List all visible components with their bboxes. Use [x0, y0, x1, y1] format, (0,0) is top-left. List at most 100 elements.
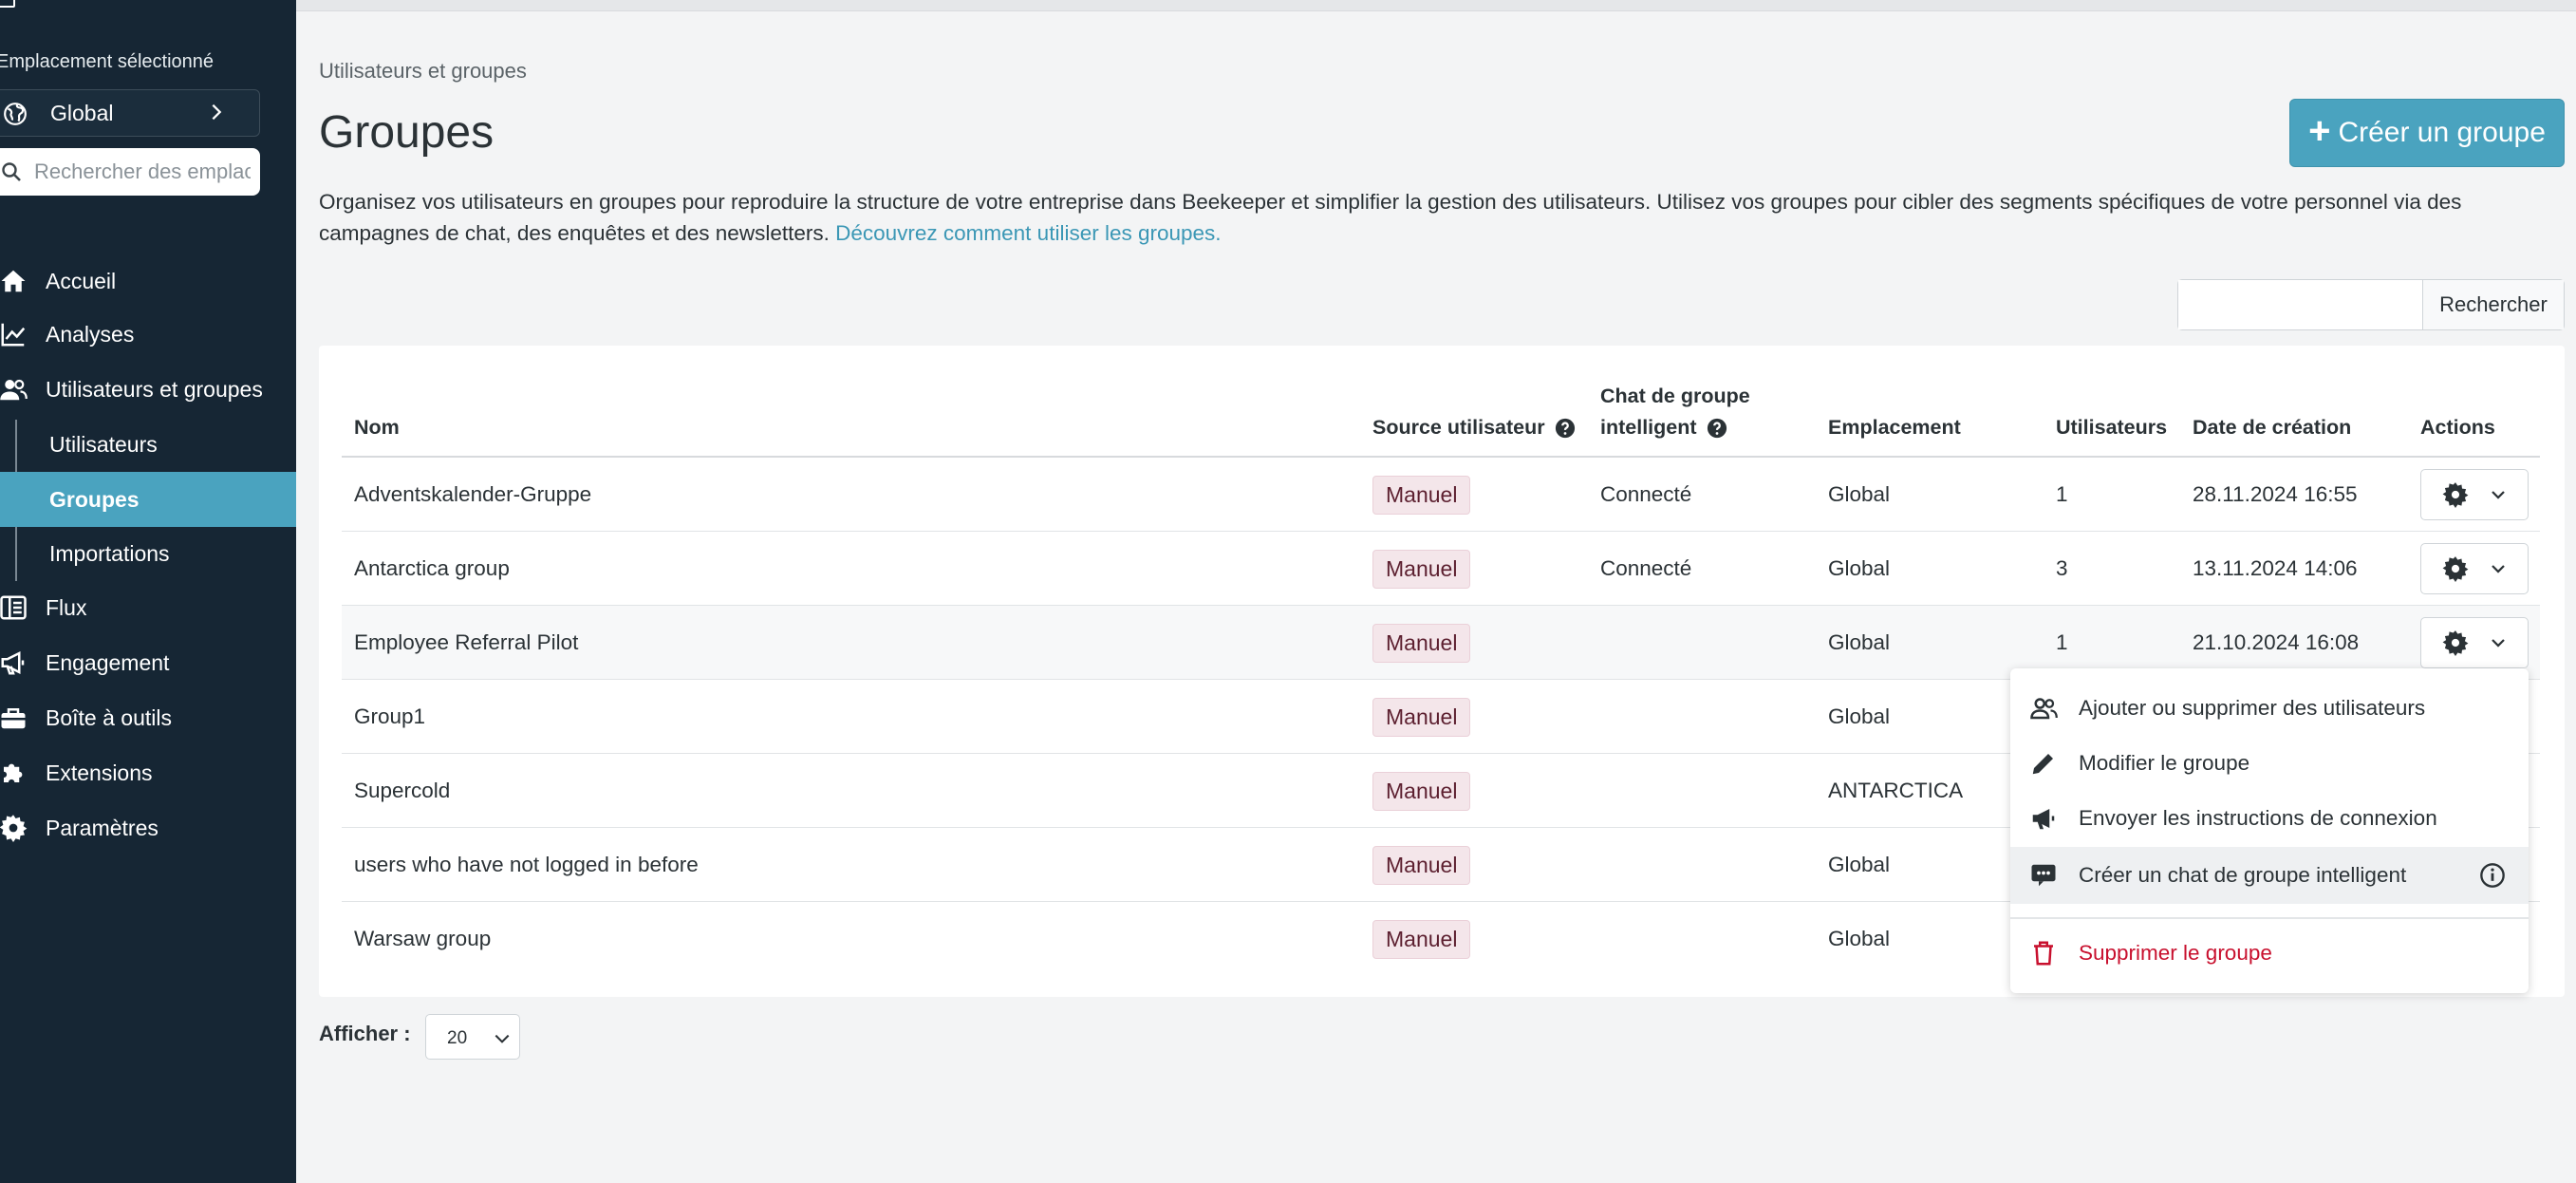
group-location: Global	[1828, 704, 1891, 728]
source-badge: Manuel	[1372, 845, 1471, 885]
sidebar-item-flux[interactable]: Flux	[0, 581, 296, 634]
group-location: Global	[1828, 630, 1891, 654]
info-icon[interactable]	[2479, 862, 2506, 889]
sidebar-item-boite-a-outils[interactable]: Boîte à outils	[0, 691, 296, 744]
column-header-emplacement: Emplacement	[1828, 416, 1961, 439]
menu-item-label: Modifier le groupe	[2079, 751, 2250, 775]
sidebar-item-extensions[interactable]: Extensions	[0, 746, 296, 799]
menu-item-edit-group[interactable]: Modifier le groupe	[2010, 737, 2529, 790]
gear-icon	[0, 815, 28, 842]
column-header-actions: Actions	[2420, 416, 2495, 439]
menu-item-label: Ajouter ou supprimer des utilisateurs	[2079, 696, 2426, 720]
description-text: Organisez vos utilisateurs en groupes po…	[319, 190, 2462, 245]
chat-bot-icon	[2031, 864, 2056, 887]
location-selector-button[interactable]: Global	[0, 89, 260, 137]
group-search: Rechercher	[2177, 279, 2565, 330]
chevron-down-icon	[2492, 565, 2505, 573]
column-header-date[interactable]: Date de création	[2193, 412, 2351, 443]
page-size-label: Afficher :	[319, 1022, 411, 1045]
sidebar-item-utilisateurs[interactable]: Utilisateurs	[0, 418, 296, 471]
group-location: Global	[1828, 853, 1891, 876]
group-location: Global	[1828, 482, 1891, 506]
group-location: Global	[1828, 927, 1891, 950]
help-icon[interactable]	[1555, 418, 1576, 439]
sidebar-item-label: Analyses	[46, 321, 135, 347]
created-date: 28.11.2024 16:55	[2193, 482, 2358, 506]
sidebar-item-label: Boîte à outils	[46, 704, 172, 730]
sidebar-item-label: Groupes	[49, 486, 140, 512]
group-location: Global	[1828, 556, 1891, 580]
group-name[interactable]: users who have not logged in before	[354, 828, 699, 902]
plus-icon: +	[2308, 110, 2331, 152]
menu-item-label: Supprimer le groupe	[2079, 941, 2272, 965]
column-header-chat-line2: intelligent	[1600, 416, 1697, 439]
sidebar-item-label: Utilisateurs et groupes	[46, 376, 263, 402]
sidebar-item-importations[interactable]: Importations	[0, 527, 296, 580]
sidebar-item-engagement[interactable]: Engagement	[0, 636, 296, 689]
top-bar	[296, 0, 2576, 11]
menu-item-send-login[interactable]: Envoyer les instructions de connexion	[2010, 792, 2529, 845]
page-size-select[interactable]: 20	[425, 1014, 520, 1060]
source-badge: Manuel	[1372, 919, 1471, 959]
create-group-button[interactable]: + Créer un groupe	[2289, 99, 2565, 167]
table-row: Antarctica group Manuel Connecté Global …	[342, 532, 2540, 606]
table-row: Adventskalender-Gruppe Manuel Connecté G…	[342, 458, 2540, 532]
puzzle-icon	[4, 763, 23, 782]
actions-button[interactable]	[2420, 543, 2529, 594]
page-title: Groupes	[319, 107, 495, 158]
sidebar-item-analyses[interactable]: Analyses	[0, 308, 296, 361]
sidebar-item-label: Paramètres	[46, 815, 159, 840]
sidebar-item-label: Accueil	[46, 268, 117, 293]
users-icon	[2030, 698, 2058, 720]
source-badge: Manuel	[1372, 771, 1471, 811]
group-name[interactable]: Employee Referral Pilot	[354, 606, 578, 680]
learn-more-link[interactable]: Découvrez comment utiliser les groupes.	[835, 221, 1221, 245]
menu-item-create-smart-chat[interactable]: Créer un chat de groupe intelligent	[2010, 847, 2529, 904]
column-header-chat-line1: Chat de groupe	[1600, 385, 1750, 407]
chevron-down-icon	[495, 1034, 510, 1043]
chevron-down-icon	[2492, 639, 2505, 648]
column-header-source-label: Source utilisateur	[1372, 416, 1545, 439]
actions-button[interactable]	[2420, 469, 2529, 520]
sidebar-item-label: Importations	[49, 540, 170, 566]
source-badge: Manuel	[1372, 549, 1471, 589]
actions-dropdown-menu: Ajouter ou supprimer des utilisateurs Mo…	[2010, 668, 2529, 993]
sidebar-menu-icon[interactable]	[0, 0, 15, 8]
search-button[interactable]: Rechercher	[2423, 280, 2564, 329]
menu-item-label: Créer un chat de groupe intelligent	[2079, 863, 2407, 887]
sidebar-item-accueil[interactable]: Accueil	[0, 254, 296, 308]
user-count: 1	[2056, 482, 2068, 506]
sidebar-item-parametres[interactable]: Paramètres	[0, 801, 296, 854]
toolbox-icon	[1, 708, 26, 729]
megaphone-icon	[1, 650, 25, 675]
sidebar-item-label: Extensions	[46, 760, 153, 785]
search-icon	[2, 162, 21, 181]
sidebar-item-utilisateurs-groupes[interactable]: Utilisateurs et groupes	[0, 363, 296, 416]
menu-item-label: Envoyer les instructions de connexion	[2079, 806, 2437, 830]
sidebar-item-label: Engagement	[46, 649, 170, 675]
group-name[interactable]: Warsaw group	[354, 902, 491, 976]
location-search-input[interactable]	[34, 156, 251, 188]
menu-item-add-remove-users[interactable]: Ajouter ou supprimer des utilisateurs	[2010, 682, 2529, 735]
group-name[interactable]: Group1	[354, 680, 425, 754]
column-header-nom[interactable]: Nom	[354, 412, 400, 443]
help-icon[interactable]	[1707, 418, 1727, 439]
group-name[interactable]: Supercold	[354, 754, 450, 828]
group-name[interactable]: Adventskalender-Gruppe	[354, 458, 591, 532]
menu-item-delete-group[interactable]: Supprimer le groupe	[2010, 927, 2529, 980]
group-location: ANTARCTICA	[1828, 779, 1964, 802]
trash-icon	[2034, 941, 2053, 966]
chat-status: Connecté	[1600, 482, 1692, 506]
location-value: Global	[50, 101, 114, 125]
actions-button[interactable]	[2420, 617, 2529, 668]
column-header-utilisateurs[interactable]: Utilisateurs	[2056, 412, 2167, 443]
source-badge: Manuel	[1372, 475, 1471, 515]
sidebar-item-groupes[interactable]: Groupes	[0, 472, 296, 527]
group-name[interactable]: Antarctica group	[354, 532, 510, 606]
column-header-source: Source utilisateur	[1372, 412, 1576, 443]
gear-icon	[2442, 630, 2469, 656]
created-date: 13.11.2024 14:06	[2193, 556, 2358, 580]
sidebar: Emplacement sélectionné Global Accueil A…	[0, 0, 296, 1183]
breadcrumb[interactable]: Utilisateurs et groupes	[319, 59, 527, 84]
group-search-input[interactable]	[2178, 280, 2423, 329]
